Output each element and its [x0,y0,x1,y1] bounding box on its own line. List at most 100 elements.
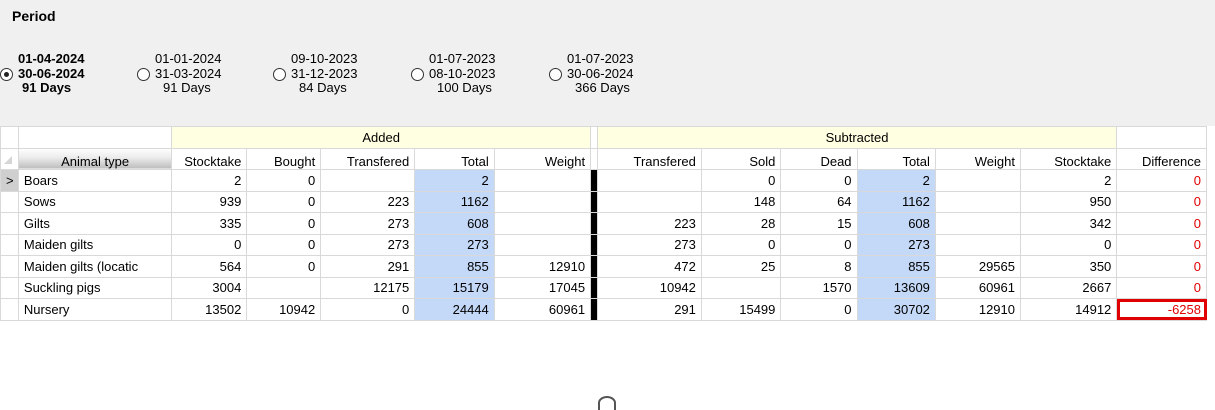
row-selector[interactable] [0,233,19,256]
table-row[interactable]: Maiden gilts (locatic 564 0 291 855 12910 472 2… [0,255,1207,278]
cell-subtracted-stocktake[interactable]: 2667 [1019,276,1118,299]
cell-subtracted-dead[interactable]: 0 [780,169,858,192]
cell-added-bought[interactable]: 0 [246,255,322,278]
table-row[interactable]: Gilts 335 0 273 608 223 28 15 608 342 0 [0,212,1207,235]
cell-animal-type[interactable]: Maiden gilts (locatic [17,255,173,278]
table-row[interactable]: Nursery 13502 10942 0 24444 60961 291 15499 0 307… [0,298,1207,321]
cell-subtracted-weight[interactable]: 29565 [934,255,1022,278]
cell-added-total[interactable]: 1162 [414,190,495,213]
row-selector[interactable] [0,298,19,321]
cell-subtracted-stocktake[interactable]: 0 [1019,233,1118,256]
cell-subtracted-sold[interactable]: 148 [700,190,782,213]
table-row[interactable]: > Boars 2 0 2 0 0 2 2 0 [0,169,1207,192]
cell-difference[interactable]: 0 [1116,190,1207,213]
column-header-subtracted-sold[interactable]: Sold [700,147,782,170]
cell-added-transfered[interactable]: 223 [320,190,416,213]
column-header-added-stocktake[interactable]: Stocktake [171,147,248,170]
cell-animal-type[interactable]: Nursery [17,298,173,321]
cell-animal-type[interactable]: Sows [17,190,173,213]
table-row[interactable]: Suckling pigs 3004 12175 15179 17045 10942 157… [0,276,1207,299]
column-header-added-bought[interactable]: Bought [246,147,322,170]
cell-subtracted-sold[interactable]: 0 [700,233,782,256]
cell-added-bought[interactable]: 0 [246,190,322,213]
cell-subtracted-dead[interactable]: 8 [780,255,858,278]
cell-subtracted-transfered[interactable]: 273 [596,233,702,256]
cell-subtracted-dead[interactable]: 64 [780,190,858,213]
column-header-added-weight[interactable]: Weight [493,147,592,170]
cell-added-stocktake[interactable]: 564 [171,255,248,278]
column-header-subtracted-total[interactable]: Total [856,147,936,170]
cell-animal-type[interactable]: Gilts [17,212,173,235]
cell-added-weight[interactable] [493,212,592,235]
cell-subtracted-sold[interactable]: 15499 [700,298,782,321]
select-all-corner[interactable] [0,147,19,170]
table-row[interactable]: Maiden gilts 0 0 273 273 273 0 0 273 0 0 [0,233,1207,256]
cell-subtracted-stocktake[interactable]: 14912 [1019,298,1118,321]
cell-difference[interactable]: 0 [1116,169,1207,192]
cell-subtracted-dead[interactable]: 0 [780,298,858,321]
cell-subtracted-weight[interactable] [934,212,1022,235]
radio-unselected-icon[interactable] [273,68,286,81]
cell-animal-type[interactable]: Boars [17,169,173,192]
cell-subtracted-stocktake[interactable]: 950 [1019,190,1118,213]
cell-added-bought[interactable]: 0 [246,169,322,192]
cell-subtracted-weight[interactable] [934,190,1022,213]
radio-unselected-icon[interactable] [549,68,562,81]
cell-added-weight[interactable] [493,190,592,213]
cell-added-stocktake[interactable]: 3004 [171,276,248,299]
cell-subtracted-total[interactable]: 13609 [856,276,936,299]
cell-subtracted-sold[interactable]: 28 [700,212,782,235]
cell-added-total[interactable]: 15179 [414,276,495,299]
cell-added-stocktake[interactable]: 335 [171,212,248,235]
cell-added-weight[interactable]: 17045 [493,276,592,299]
cell-added-total[interactable]: 2 [414,169,495,192]
column-header-added-total[interactable]: Total [414,147,495,170]
cell-added-transfered[interactable]: 273 [320,212,416,235]
period-option-2[interactable]: 01-01-2024 31-03-2024 91 Days [137,51,222,96]
period-option-3[interactable]: 09-10-2023 31-12-2023 84 Days [273,51,358,96]
column-header-animal-type[interactable]: Animal type [17,147,173,170]
column-header-difference[interactable]: Difference [1116,147,1207,170]
row-selector[interactable] [0,276,19,299]
cell-added-total[interactable]: 608 [414,212,495,235]
cell-added-weight[interactable]: 12910 [493,255,592,278]
cell-subtracted-dead[interactable]: 15 [780,212,858,235]
row-selector[interactable]: > [0,169,19,192]
cell-added-bought[interactable]: 0 [246,233,322,256]
radio-unselected-icon[interactable] [411,68,424,81]
cell-added-stocktake[interactable]: 0 [171,233,248,256]
cell-subtracted-weight[interactable]: 12910 [934,298,1022,321]
column-header-added-transfered[interactable]: Transfered [320,147,416,170]
cell-added-weight[interactable] [493,233,592,256]
cell-difference[interactable]: 0 [1116,212,1207,235]
cell-subtracted-transfered[interactable] [596,169,702,192]
cell-subtracted-sold[interactable] [700,276,782,299]
column-header-subtracted-weight[interactable]: Weight [934,147,1022,170]
cell-added-total[interactable]: 855 [414,255,495,278]
cell-subtracted-stocktake[interactable]: 2 [1019,169,1118,192]
cell-added-stocktake[interactable]: 939 [171,190,248,213]
period-option-4[interactable]: 01-07-2023 08-10-2023 100 Days [411,51,496,96]
cell-subtracted-transfered[interactable]: 223 [596,212,702,235]
radio-selected-icon[interactable] [0,68,13,81]
cell-animal-type[interactable]: Suckling pigs [17,276,173,299]
cell-added-stocktake[interactable]: 13502 [171,298,248,321]
cell-subtracted-dead[interactable]: 1570 [780,276,858,299]
cell-added-bought[interactable]: 10942 [246,298,322,321]
cell-added-transfered[interactable]: 12175 [320,276,416,299]
cell-subtracted-total[interactable]: 855 [856,255,936,278]
cell-subtracted-stocktake[interactable]: 350 [1019,255,1118,278]
cell-subtracted-dead[interactable]: 0 [780,233,858,256]
cell-subtracted-transfered[interactable]: 10942 [596,276,702,299]
row-selector[interactable] [0,255,19,278]
cell-subtracted-total[interactable]: 1162 [856,190,936,213]
radio-unselected-icon[interactable] [137,68,150,81]
cell-added-transfered[interactable]: 291 [320,255,416,278]
cell-added-weight[interactable]: 60961 [493,298,592,321]
cell-added-weight[interactable] [493,169,592,192]
cell-subtracted-weight[interactable] [934,169,1022,192]
cell-subtracted-sold[interactable]: 25 [700,255,782,278]
cell-subtracted-total[interactable]: 30702 [856,298,936,321]
table-row[interactable]: Sows 939 0 223 1162 148 64 1162 950 0 [0,190,1207,213]
cell-subtracted-sold[interactable]: 0 [700,169,782,192]
